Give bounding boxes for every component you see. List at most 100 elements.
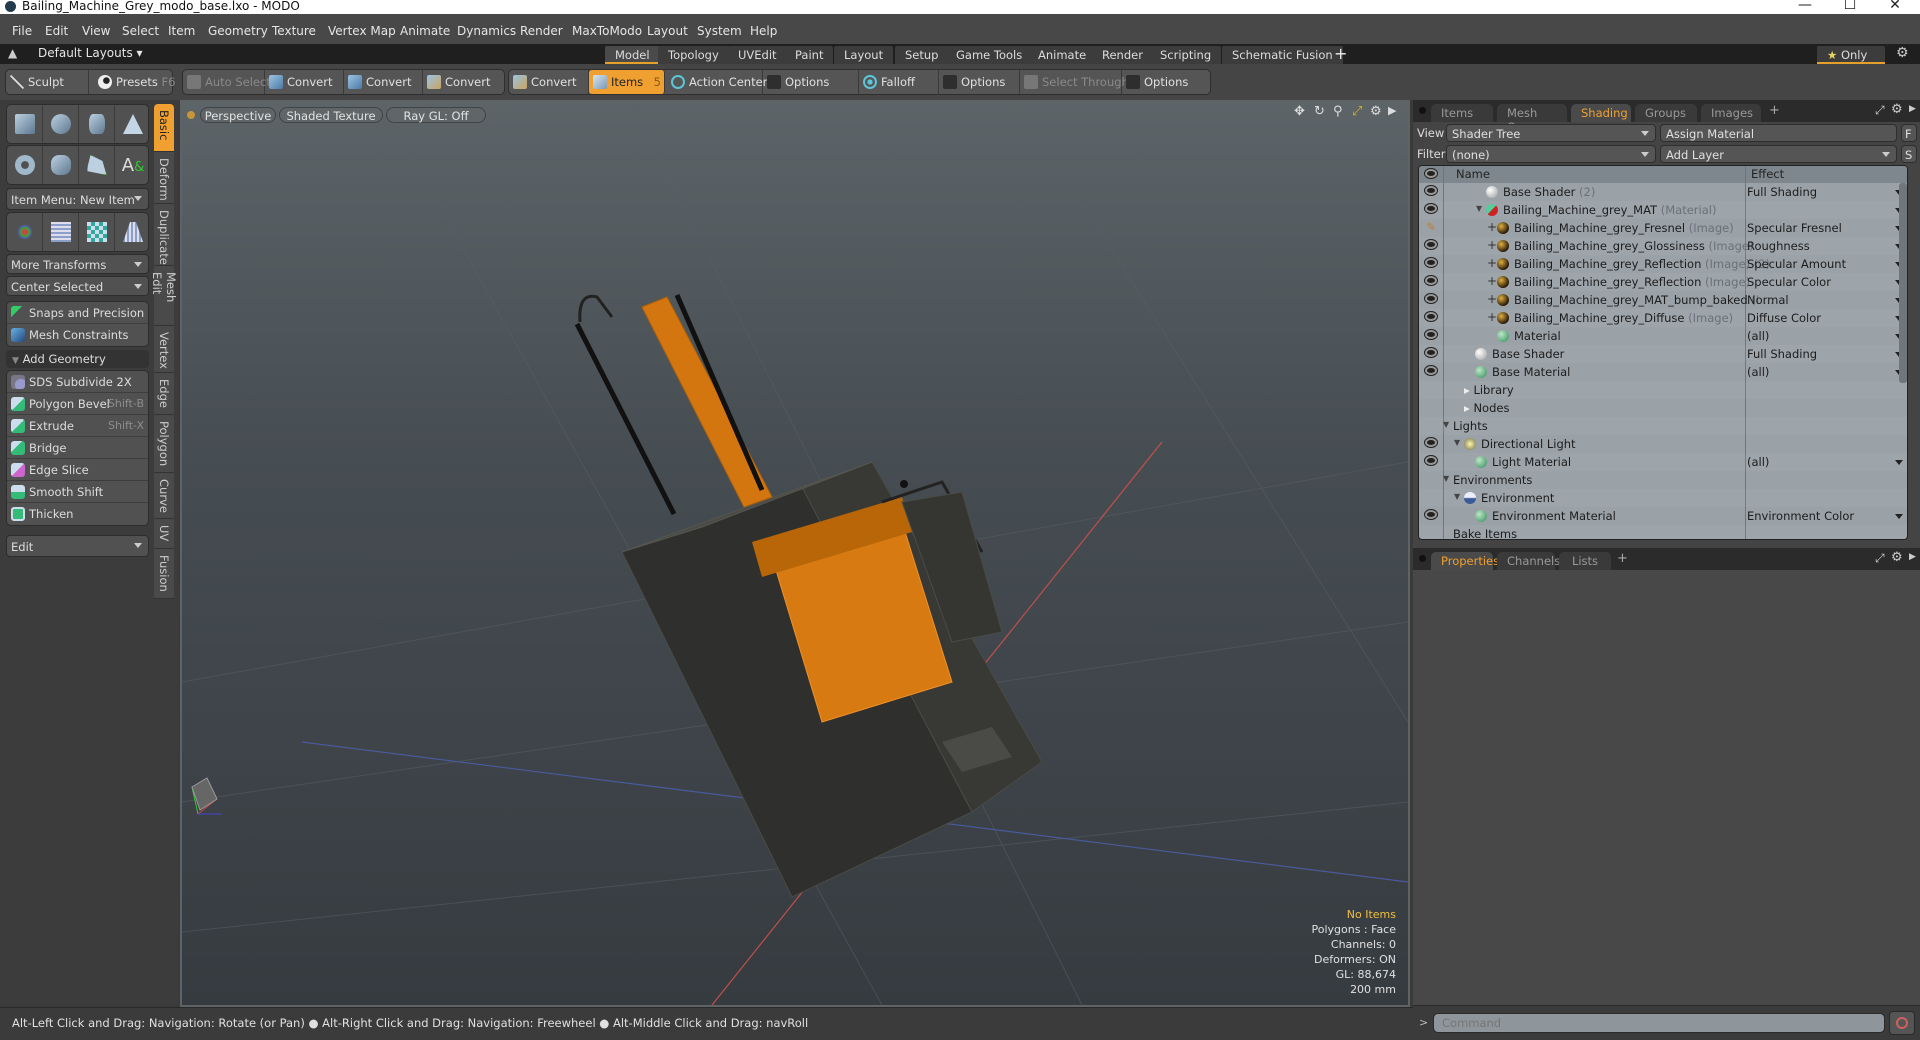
record-button[interactable] <box>1889 1011 1915 1035</box>
panel-settings-icon[interactable]: ⚙ <box>1891 102 1903 117</box>
vtab-basic[interactable]: Basic <box>154 104 174 152</box>
tree-row[interactable]: ▼ Lights <box>1419 417 1907 435</box>
expand-arrow-icon[interactable]: ▼ <box>1454 438 1460 447</box>
uv-tool[interactable] <box>79 213 115 251</box>
more-transforms-dropdown[interactable]: More Transforms <box>6 254 149 274</box>
smooth-shift-button[interactable]: Smooth Shift <box>7 481 148 503</box>
convert-vertices-button[interactable]: Convert <box>265 70 344 94</box>
minimize-button[interactable]: — <box>1790 0 1820 13</box>
tab-scripting[interactable]: Scripting <box>1150 46 1222 64</box>
menu-file[interactable]: File <box>12 24 32 38</box>
item-menu-dropdown[interactable]: Item Menu: New Item <box>6 188 149 210</box>
menu-dynamics[interactable]: Dynamics <box>457 24 516 38</box>
effect-dropdown-icon[interactable] <box>1895 460 1903 465</box>
tree-row[interactable]: ✎ + Bailing_Machine_grey_Fresnel (Image) Sp… <box>1419 219 1907 237</box>
eye-icon[interactable] <box>1425 438 1437 447</box>
3d-viewport[interactable]: Perspective Shaded Texture Ray GL: Off ✥… <box>180 100 1410 1007</box>
transform-tool[interactable] <box>7 213 43 251</box>
tree-row[interactable]: ▼ Environments <box>1419 471 1907 489</box>
view-dropdown[interactable]: Shader Tree <box>1446 124 1656 142</box>
tab-render[interactable]: Render <box>1092 46 1153 64</box>
tree-row[interactable]: ▸ Library <box>1419 381 1907 399</box>
edge-slice-button[interactable]: Edge Slice <box>7 459 148 481</box>
vtab-fusion[interactable]: Fusion <box>154 549 174 599</box>
tree-row[interactable]: ▼ Directional Light <box>1419 435 1907 453</box>
extrude-button[interactable]: Extrude Shift-X <box>7 415 148 437</box>
convert-edges-button[interactable]: Convert <box>344 70 423 94</box>
tab-topology[interactable]: Topology <box>658 46 729 64</box>
tree-row[interactable]: Environment Material Environment Color <box>1419 507 1907 525</box>
polygon-bevel-button[interactable]: Polygon Bevel Shift-B <box>7 393 148 415</box>
expand-plus-icon[interactable]: + <box>1487 274 1497 288</box>
taper-tool[interactable] <box>115 213 151 251</box>
eye-icon[interactable] <box>1425 312 1437 321</box>
tab-animate[interactable]: Animate <box>1028 46 1097 64</box>
eye-icon[interactable] <box>1425 169 1437 178</box>
expand-plus-icon[interactable]: + <box>1487 310 1497 324</box>
cylinder-tool[interactable] <box>79 105 115 143</box>
cube-tool[interactable] <box>7 105 43 143</box>
tree-row[interactable]: Bake Items <box>1419 525 1907 539</box>
tree-row[interactable]: + Bailing_Machine_grey_Reflection (Image)… <box>1419 255 1907 273</box>
f-button[interactable]: F <box>1901 124 1917 142</box>
tab-images[interactable]: Images <box>1701 104 1761 122</box>
add-tab-icon[interactable]: + <box>1617 551 1628 566</box>
vtab-deform[interactable]: Deform <box>154 152 174 204</box>
gear-icon[interactable]: ⚙ <box>1896 45 1909 61</box>
tab-game-tools[interactable]: Game Tools <box>946 46 1033 64</box>
tab-uvedit[interactable]: UVEdit <box>728 46 787 64</box>
menu-edit[interactable]: Edit <box>45 24 68 38</box>
action-center-button[interactable]: Action Center <box>667 70 767 94</box>
cone-tool[interactable] <box>115 105 151 143</box>
tab-channels[interactable]: Channels <box>1497 552 1560 570</box>
menu-render[interactable]: Render <box>520 24 563 38</box>
eye-icon[interactable] <box>1425 204 1437 213</box>
tab-shading[interactable]: Shading <box>1571 104 1631 122</box>
eye-icon[interactable] <box>1425 366 1437 375</box>
thicken-button[interactable]: Thicken <box>7 503 148 525</box>
tree-row[interactable]: ▼ Environment <box>1419 489 1907 507</box>
eye-icon[interactable] <box>1425 510 1437 519</box>
add-tab-icon[interactable]: + <box>1769 103 1780 118</box>
sculpt-button[interactable]: Sculpt <box>6 70 89 94</box>
assign-material-button[interactable]: Assign Material <box>1660 124 1897 142</box>
lattice-tool[interactable] <box>43 213 79 251</box>
edit-dropdown[interactable]: Edit <box>6 535 149 557</box>
panel-menu-icon[interactable] <box>1419 555 1426 562</box>
capsule-tool[interactable] <box>43 146 79 184</box>
menu-maxtomodo[interactable]: MaxToModo <box>572 24 642 38</box>
falloff-options-button[interactable]: Options <box>939 70 1020 94</box>
vtab-mesh-edit[interactable]: Mesh Edit <box>150 266 178 326</box>
tab-schematic-fusion[interactable]: Schematic Fusion <box>1222 46 1343 64</box>
vtab-uv[interactable]: UV <box>154 519 174 549</box>
tab-paint[interactable]: Paint <box>785 46 834 64</box>
falloff-button[interactable]: Falloff <box>859 70 939 94</box>
eye-icon[interactable] <box>1425 348 1437 357</box>
tree-row[interactable]: Base Shader (2) Full Shading <box>1419 183 1907 201</box>
close-button[interactable]: ✕ <box>1880 0 1910 13</box>
tree-row[interactable]: Material (all) <box>1419 327 1907 345</box>
effect-dropdown-icon[interactable] <box>1895 514 1903 519</box>
menu-texture[interactable]: Texture <box>272 24 316 38</box>
vtab-vertex[interactable]: Vertex <box>154 326 174 373</box>
menu-animate[interactable]: Animate <box>400 24 450 38</box>
panel-more-icon[interactable]: ▶ <box>1909 552 1916 562</box>
expand-arrow-icon[interactable]: ▼ <box>1476 204 1482 213</box>
brush-icon[interactable]: ✎ <box>1426 220 1436 234</box>
menu-item[interactable]: Item <box>168 24 195 38</box>
tree-scrollbar[interactable] <box>1899 183 1907 383</box>
pen-tool[interactable] <box>79 146 115 184</box>
torus-tool[interactable] <box>7 146 43 184</box>
filter-dropdown[interactable]: (none) <box>1446 145 1656 163</box>
expand-arrow-icon[interactable]: ▼ <box>1443 474 1449 483</box>
tab-groups[interactable]: Groups <box>1635 104 1697 122</box>
menu-view[interactable]: View <box>82 24 110 38</box>
snaps-and-precision-button[interactable]: Snaps and Precision <box>7 302 148 324</box>
eye-icon[interactable] <box>1425 186 1437 195</box>
tab-setup[interactable]: Setup <box>895 46 949 64</box>
tree-row[interactable]: + Bailing_Machine_grey_Reflection (Image)… <box>1419 273 1907 291</box>
expand-plus-icon[interactable]: + <box>1487 256 1497 270</box>
menu-layout[interactable]: Layout <box>647 24 688 38</box>
menu-system[interactable]: System <box>697 24 742 38</box>
only-toggle[interactable]: ★ Only <box>1817 46 1885 64</box>
